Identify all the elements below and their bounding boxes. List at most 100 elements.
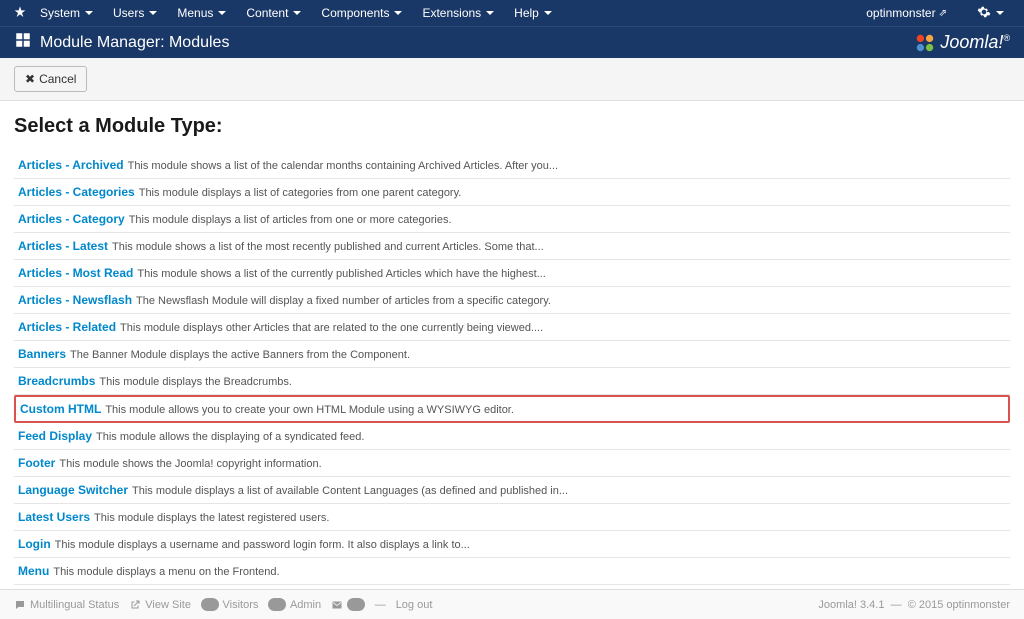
copyright-text: © 2015 optinmonster [908,599,1010,611]
module-type-desc: This module displays a list of categorie… [139,187,462,199]
chevron-down-icon [293,11,301,15]
module-type-link[interactable]: Feed Display [18,429,92,443]
main-content: Select a Module Type: Articles - Archive… [0,101,1024,589]
settings-menu[interactable] [969,0,1012,27]
module-list-item: Articles - Archived This module shows a l… [14,152,1010,179]
module-type-link[interactable]: Articles - Archived [18,158,124,172]
mail-badge: 0 [347,598,365,611]
menu-content[interactable]: Content [238,1,309,25]
close-icon: ✖ [25,72,35,86]
module-type-desc: The Newsflash Module will display a fixe… [136,295,551,307]
module-type-desc: This module shows a list of the currentl… [137,268,545,280]
page-title-group: Module Manager: Modules [14,31,229,54]
joomla-brand: Joomla!® [914,32,1010,54]
module-type-list: Articles - Archived This module shows a l… [14,152,1010,585]
cancel-button[interactable]: ✖ Cancel [14,66,87,92]
joomla-logo-icon [914,32,936,54]
visitors-badge: 0 [201,598,219,611]
view-site-link[interactable]: View Site [129,599,191,611]
module-type-desc: This module displays the latest register… [94,512,329,524]
page-title: Module Manager: Modules [40,34,229,52]
menu-help[interactable]: Help [506,1,560,25]
module-icon [14,31,32,54]
module-type-link[interactable]: Articles - Newsflash [18,293,132,307]
module-list-item: Articles - Category This module displays … [14,206,1010,233]
visitors-status: 0 Visitors [201,598,258,611]
topbar-right: optinmonster ⇗ [858,0,1012,27]
footer-left: Multilingual Status View Site 0 Visitors… [14,598,432,611]
module-list-item: Latest Users This module displays the lat… [14,504,1010,531]
module-type-link[interactable]: Banners [18,347,66,361]
module-list-item: Articles - Related This module displays o… [14,314,1010,341]
page-heading: Select a Module Type: [14,115,1010,138]
chat-icon [14,599,26,611]
module-type-link[interactable]: Articles - Latest [18,239,108,253]
menu-extensions[interactable]: Extensions [414,1,502,25]
menu-menus[interactable]: Menus [169,1,234,25]
module-type-link[interactable]: Articles - Related [18,320,116,334]
module-type-link[interactable]: Latest Users [18,510,90,524]
module-type-desc: This module displays a list of available… [132,485,568,497]
module-list-item: Custom HTML This module allows you to cre… [14,395,1010,423]
module-type-desc: This module shows a list of the most rec… [112,241,544,253]
joomla-icon [12,5,28,21]
chevron-down-icon [218,11,226,15]
module-list-item: Language Switcher This module displays a … [14,477,1010,504]
module-list-item: Feed Display This module allows the displ… [14,423,1010,450]
module-list-item: Articles - Categories This module display… [14,179,1010,206]
menu-system[interactable]: System [32,1,101,25]
logout-link[interactable]: Log out [396,599,433,611]
module-type-desc: This module displays a list of articles … [129,214,452,226]
admin-badge: 1 [268,598,286,611]
module-type-link[interactable]: Articles - Categories [18,185,135,199]
module-type-link[interactable]: Custom HTML [20,402,101,416]
module-type-desc: This module shows a list of the calendar… [128,160,558,172]
module-type-desc: This module displays a menu on the Front… [53,566,279,578]
footer-right: Joomla! 3.4.1 — © 2015 optinmonster [818,599,1010,611]
module-type-desc: This module displays other Articles that… [120,322,543,334]
module-type-link[interactable]: Language Switcher [18,483,128,497]
module-list-item: Footer This module shows the Joomla! copy… [14,450,1010,477]
module-list-item: Breadcrumbs This module displays the Brea… [14,368,1010,395]
toolbar: ✖ Cancel [0,58,1024,101]
module-list-item: Articles - Latest This module shows a lis… [14,233,1010,260]
page-header: Module Manager: Modules Joomla!® [0,26,1024,58]
gear-icon [977,5,991,22]
module-list-item: Articles - Most Read This module shows a … [14,260,1010,287]
mail-icon [331,599,343,611]
joomla-brand-text: Joomla!® [940,32,1010,53]
module-type-desc: This module allows the displaying of a s… [96,431,364,443]
module-type-desc: This module displays the Breadcrumbs. [99,376,292,388]
chevron-down-icon [85,11,93,15]
separator-dash: — [375,599,386,611]
chevron-down-icon [486,11,494,15]
chevron-down-icon [996,11,1004,15]
module-list-item: Articles - Newsflash The Newsflash Module… [14,287,1010,314]
module-type-desc: The Banner Module displays the active Ba… [70,349,410,361]
module-type-desc: This module displays a username and pass… [55,539,470,551]
module-type-link[interactable]: Login [18,537,51,551]
menu-users[interactable]: Users [105,1,165,25]
module-list-item: Login This module displays a username and… [14,531,1010,558]
module-type-desc: This module shows the Joomla! copyright … [59,458,321,470]
version-text: Joomla! 3.4.1 [818,599,884,611]
site-name-link[interactable]: optinmonster ⇗ [858,1,955,25]
multilingual-status-link[interactable]: Multilingual Status [14,599,119,611]
module-type-link[interactable]: Breadcrumbs [18,374,95,388]
chevron-down-icon [544,11,552,15]
external-link-icon: ⇗ [939,8,947,19]
top-menu-bar: System Users Menus Content Components Ex… [0,0,1024,26]
external-link-icon [129,599,141,611]
chevron-down-icon [149,11,157,15]
topbar-left: System Users Menus Content Components Ex… [12,1,560,25]
menu-components[interactable]: Components [313,1,410,25]
module-type-link[interactable]: Articles - Most Read [18,266,133,280]
module-type-desc: This module allows you to create your ow… [105,404,514,416]
admin-status: 1 Admin [268,598,321,611]
module-type-link[interactable]: Menu [18,564,49,578]
module-list-item: Banners The Banner Module displays the ac… [14,341,1010,368]
status-bar: Multilingual Status View Site 0 Visitors… [0,589,1024,619]
module-type-link[interactable]: Footer [18,456,55,470]
mail-status: 0 [331,598,365,611]
module-type-link[interactable]: Articles - Category [18,212,125,226]
